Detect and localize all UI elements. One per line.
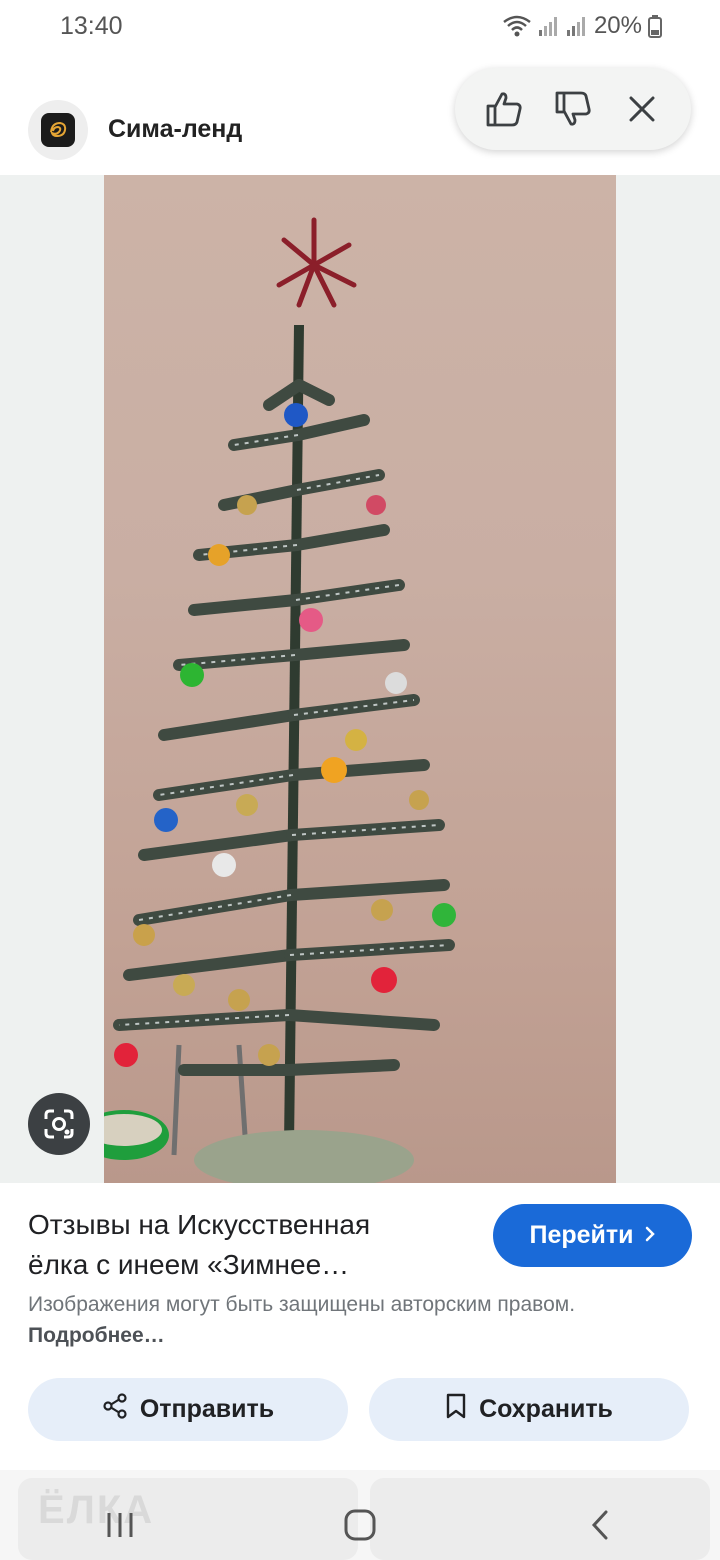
site-logo[interactable] bbox=[28, 100, 88, 160]
back-icon bbox=[591, 1510, 608, 1540]
save-label: Сохранить bbox=[479, 1395, 613, 1423]
wifi-icon bbox=[502, 14, 532, 38]
recents-icon bbox=[107, 1513, 133, 1537]
share-button[interactable]: Отправить bbox=[28, 1378, 348, 1441]
sima-land-logo-icon bbox=[41, 113, 75, 147]
copyright-notice: Изображения могут быть защищены авторски… bbox=[28, 1289, 648, 1351]
system-nav-bar bbox=[0, 1490, 720, 1560]
status-time: 13:40 bbox=[60, 12, 123, 40]
google-lens-button[interactable] bbox=[28, 1093, 90, 1155]
chevron-right-icon bbox=[644, 1221, 656, 1250]
goto-button[interactable]: Перейти bbox=[493, 1204, 692, 1267]
source-header: Сима-ленд bbox=[0, 60, 720, 175]
thumbs-down-icon[interactable] bbox=[547, 83, 599, 135]
home-button[interactable] bbox=[320, 1495, 400, 1555]
back-button[interactable] bbox=[560, 1495, 640, 1555]
share-icon bbox=[102, 1393, 128, 1426]
share-label: Отправить bbox=[139, 1395, 275, 1423]
result-info: Отзывы на Искусственная ёлка с инеем «Зи… bbox=[0, 1183, 720, 1373]
save-button[interactable]: Сохранить bbox=[369, 1378, 689, 1441]
signal-icon bbox=[566, 14, 588, 38]
result-title-line1: Отзывы на Искусственная bbox=[28, 1209, 371, 1240]
status-bar: 13:40 20% bbox=[0, 0, 720, 56]
home-icon bbox=[344, 1509, 376, 1541]
result-title[interactable]: Отзывы на Искусственная ёлка с инеем «Зи… bbox=[28, 1205, 468, 1285]
site-name[interactable]: Сима-ленд bbox=[108, 115, 242, 144]
lens-icon bbox=[44, 1109, 74, 1139]
christmas-tree-photo[interactable] bbox=[104, 175, 616, 1183]
battery-text: 20% bbox=[593, 12, 642, 39]
goto-label: Перейти bbox=[529, 1221, 634, 1249]
status-icons: 20% bbox=[502, 12, 662, 40]
thumbs-up-icon[interactable] bbox=[478, 83, 530, 135]
bookmark-icon bbox=[445, 1393, 467, 1426]
result-title-line2: ёлка с инеем «Зимнее… bbox=[28, 1249, 350, 1280]
close-icon[interactable] bbox=[616, 83, 668, 135]
recent-apps-button[interactable] bbox=[80, 1495, 160, 1555]
copyright-text: Изображения могут быть защищены авторски… bbox=[28, 1293, 576, 1316]
action-buttons: Отправить Сохранить bbox=[0, 1378, 720, 1442]
feedback-pill bbox=[455, 68, 691, 150]
battery-icon bbox=[648, 14, 662, 38]
image-viewer bbox=[0, 175, 720, 1183]
copyright-more-link[interactable]: Подробнее… bbox=[28, 1324, 165, 1347]
signal-icon bbox=[538, 14, 560, 38]
